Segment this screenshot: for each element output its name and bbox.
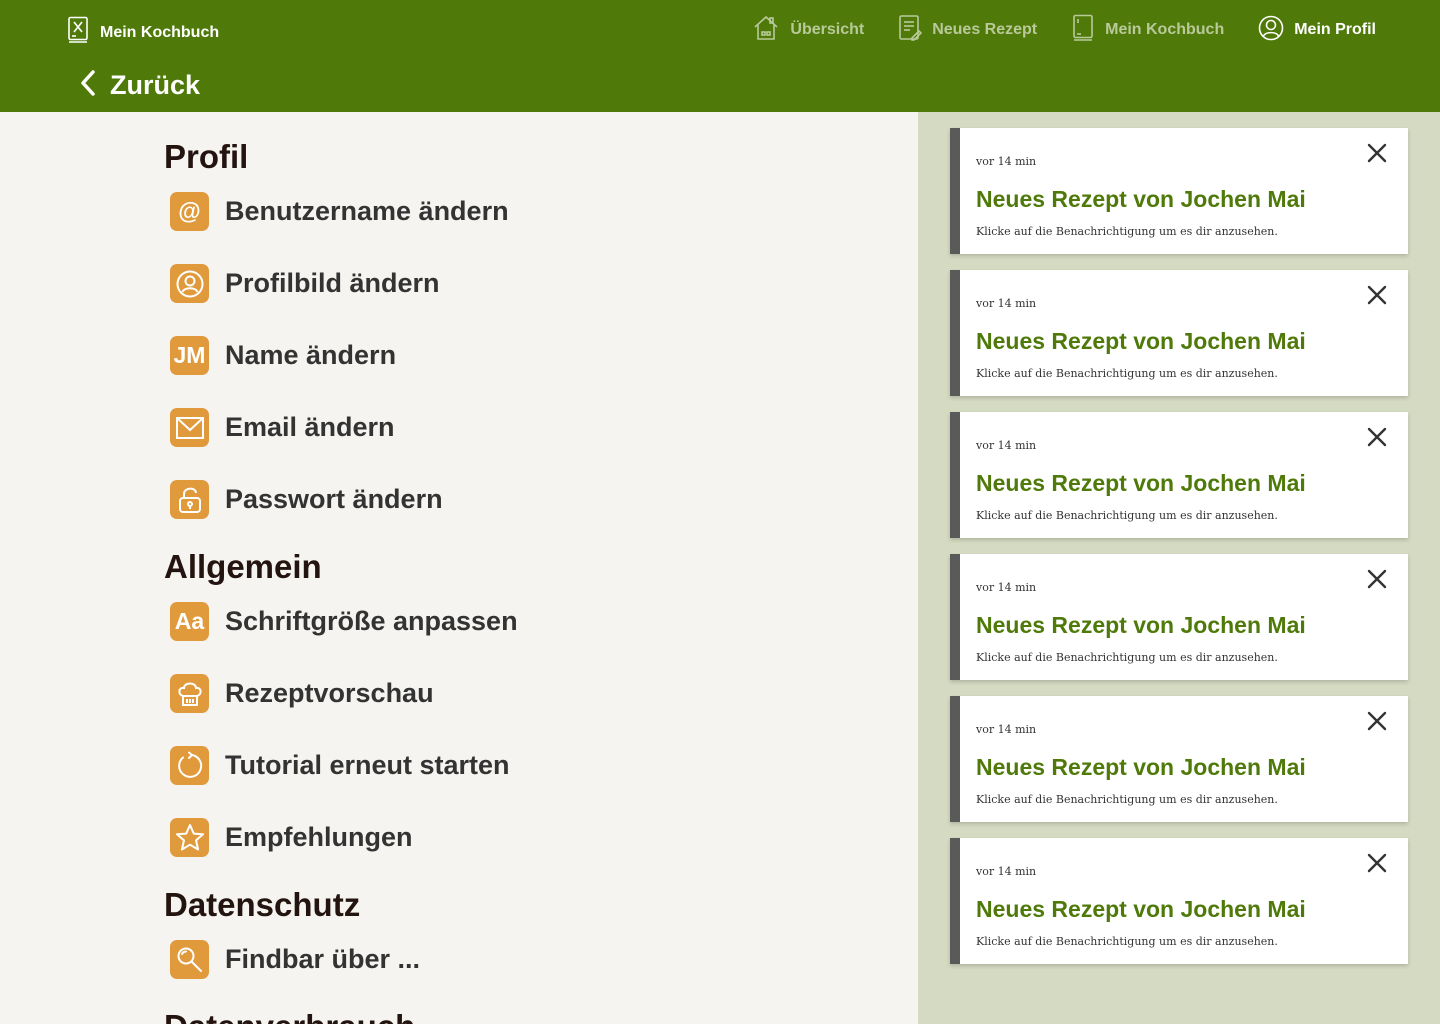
close-icon[interactable]: [1366, 426, 1388, 448]
notification-body: Klicke auf die Benachrichtigung um es di…: [976, 367, 1278, 380]
notification-title: Neues Rezept von Jochen Mai: [976, 470, 1306, 496]
settings-item-findbar[interactable]: Findbar über ...: [170, 940, 420, 979]
settings-item-label: Rezeptvorschau: [225, 678, 434, 708]
nav-item-label: Mein Profil: [1294, 21, 1376, 38]
settings-item-rezeptvorschau[interactable]: Rezeptvorschau: [170, 674, 434, 713]
star-icon: [170, 818, 209, 857]
home-icon: [752, 14, 780, 47]
settings-item-email[interactable]: Email ändern: [170, 408, 395, 447]
restart-icon: [170, 746, 209, 785]
cookbook-logo-icon: [66, 16, 90, 49]
nav-item-neues-rezept[interactable]: Neues Rezept: [898, 14, 1037, 46]
top-bar: Mein Kochbuch Übersicht Neues Rezept Mei…: [0, 0, 1440, 112]
user-circle-icon: [170, 264, 209, 303]
settings-item-label: Name ändern: [225, 340, 397, 370]
settings-item-benutzername[interactable]: @ Benutzername ändern: [170, 192, 509, 231]
at-icon: @: [170, 192, 209, 231]
notification-body: Klicke auf die Benachrichtigung um es di…: [976, 793, 1278, 806]
new-recipe-icon: [898, 14, 923, 47]
settings-item-tutorial[interactable]: Tutorial erneut starten: [170, 746, 510, 785]
notification-time: vor 14 min: [976, 297, 1037, 310]
notification-time: vor 14 min: [976, 581, 1037, 594]
notification-card[interactable]: vor 14 min Neues Rezept von Jochen Mai K…: [950, 554, 1408, 680]
settings-item-passwort[interactable]: Passwort ändern: [170, 480, 443, 519]
notification-title: Neues Rezept von Jochen Mai: [976, 328, 1306, 354]
notification-card[interactable]: vor 14 min Neues Rezept von Jochen Mai K…: [950, 838, 1408, 964]
profile-icon: [1258, 15, 1284, 46]
nav-item-label: Übersicht: [790, 21, 865, 38]
notification-title: Neues Rezept von Jochen Mai: [976, 612, 1306, 638]
notification-card[interactable]: vor 14 min Neues Rezept von Jochen Mai K…: [950, 128, 1408, 254]
settings-item-schriftgroesse[interactable]: Aa Schriftgröße anpassen: [170, 602, 518, 641]
brand[interactable]: Mein Kochbuch: [66, 16, 219, 49]
close-icon[interactable]: [1366, 852, 1388, 874]
notification-body: Klicke auf die Benachrichtigung um es di…: [976, 935, 1278, 948]
notification-title: Neues Rezept von Jochen Mai: [976, 186, 1306, 212]
magnifier-icon: [170, 940, 209, 979]
notification-card[interactable]: vor 14 min Neues Rezept von Jochen Mai K…: [950, 412, 1408, 538]
notification-panel: vor 14 min Neues Rezept von Jochen Mai K…: [918, 112, 1440, 1024]
notification-body: Klicke auf die Benachrichtigung um es di…: [976, 225, 1278, 238]
section-title-profil: Profil: [164, 138, 249, 175]
chef-hat-icon: [170, 674, 209, 713]
font-size-icon: Aa: [170, 602, 209, 641]
settings-item-label: Passwort ändern: [225, 484, 443, 514]
at-icon-text: @: [178, 198, 201, 224]
notification-time: vor 14 min: [976, 865, 1037, 878]
nav-item-label: Neues Rezept: [932, 21, 1038, 38]
section-title-allgemein: Allgemein: [164, 548, 322, 585]
notification-body: Klicke auf die Benachrichtigung um es di…: [976, 651, 1278, 664]
settings-list: Profil @ Benutzername ändern Profilbild …: [0, 112, 918, 1024]
back-button[interactable]: Zurück: [78, 68, 200, 103]
main-nav: Übersicht Neues Rezept Mein Kochbuch Mei…: [752, 14, 1376, 46]
notification-title: Neues Rezept von Jochen Mai: [976, 896, 1306, 922]
initials-icon: JM: [170, 336, 209, 375]
settings-item-name[interactable]: JM Name ändern: [170, 336, 396, 375]
settings-item-label: Tutorial erneut starten: [225, 750, 510, 780]
settings-item-empfehlungen[interactable]: Empfehlungen: [170, 818, 413, 857]
font-size-icon-text: Aa: [174, 608, 205, 634]
notification-time: vor 14 min: [976, 439, 1037, 452]
close-icon[interactable]: [1366, 284, 1388, 306]
mail-icon: [170, 408, 209, 447]
settings-item-label: Empfehlungen: [225, 822, 413, 852]
initials-icon-text: JM: [173, 342, 206, 368]
notification-card[interactable]: vor 14 min Neues Rezept von Jochen Mai K…: [950, 270, 1408, 396]
settings-item-profilbild[interactable]: Profilbild ändern: [170, 264, 440, 303]
back-label: Zurück: [110, 70, 201, 100]
chevron-left-icon: [78, 68, 100, 103]
settings-item-label: Profilbild ändern: [225, 268, 440, 298]
nav-item-mein-profil[interactable]: Mein Profil: [1258, 14, 1376, 46]
close-icon[interactable]: [1366, 568, 1388, 590]
nav-item-label: Mein Kochbuch: [1105, 21, 1225, 38]
notification-body: Klicke auf die Benachrichtigung um es di…: [976, 509, 1278, 522]
notification-time: vor 14 min: [976, 723, 1037, 736]
close-icon[interactable]: [1366, 710, 1388, 732]
brand-title: Mein Kochbuch: [100, 23, 220, 41]
section-title-datenverbrauch: Datenverbrauch: [164, 1008, 415, 1024]
settings-item-label: Benutzername ändern: [225, 196, 509, 226]
lock-icon: [170, 480, 209, 519]
notification-card[interactable]: vor 14 min Neues Rezept von Jochen Mai K…: [950, 696, 1408, 822]
notification-title: Neues Rezept von Jochen Mai: [976, 754, 1306, 780]
nav-item-uebersicht[interactable]: Übersicht: [752, 14, 864, 46]
section-title-datenschutz: Datenschutz: [164, 886, 361, 923]
settings-item-label: Schriftgröße anpassen: [225, 606, 518, 636]
close-icon[interactable]: [1366, 142, 1388, 164]
notification-time: vor 14 min: [976, 155, 1037, 168]
settings-item-label: Findbar über ...: [225, 944, 421, 974]
nav-item-mein-kochbuch[interactable]: Mein Kochbuch: [1071, 14, 1224, 46]
settings-item-label: Email ändern: [225, 412, 395, 442]
cookbook-icon: [1071, 14, 1095, 47]
